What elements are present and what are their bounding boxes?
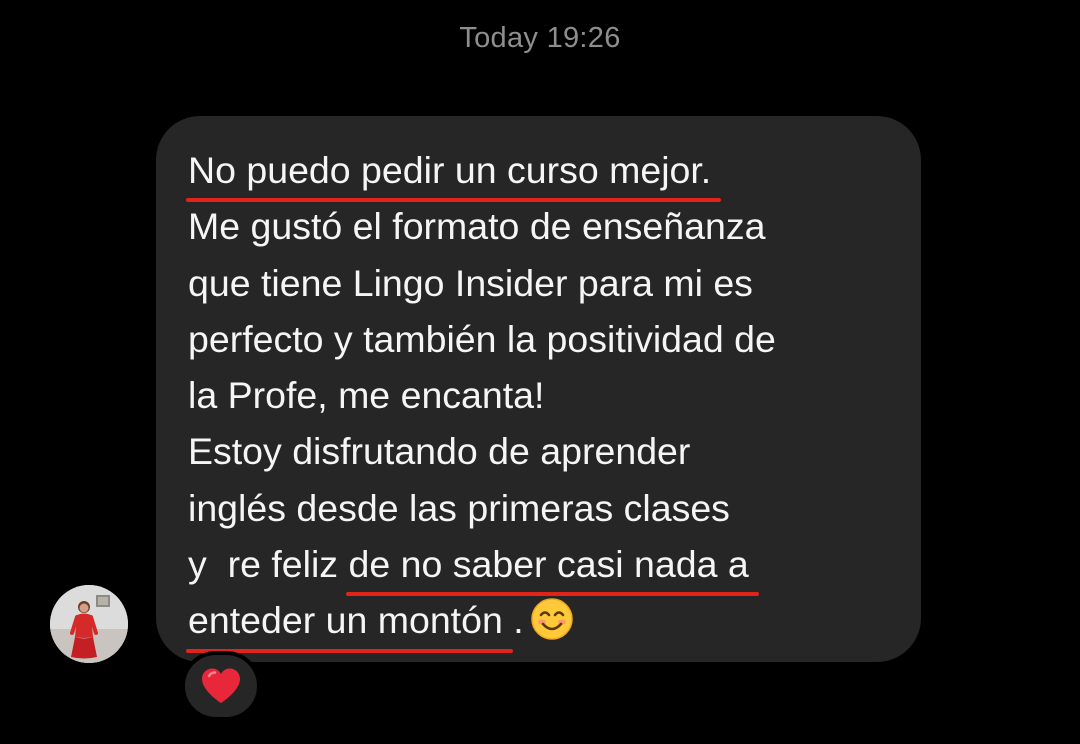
message-line-5: la Profe, me encanta!: [188, 374, 545, 417]
underlined-phrase: No puedo pedir un curso mejor.: [185, 142, 722, 203]
message-line-4: perfecto y también la positividad de: [188, 317, 776, 360]
red-heart-icon: [202, 668, 240, 703]
message-line-3: que tiene Lingo Insider para mi es: [188, 261, 753, 304]
message-line-8: y re feliz de no saber casi nada a: [188, 536, 901, 597]
underlined-phrase: de no saber casi nada a: [346, 536, 760, 597]
message-bubble[interactable]: No puedo pedir un curso mejor. Me gustó …: [156, 116, 921, 662]
heart-reaction[interactable]: [181, 651, 261, 721]
message-text: y re feliz: [188, 543, 349, 586]
message-line-9: enteder un montón .: [186, 592, 901, 653]
message-line-6: Estoy disfrutando de aprender: [188, 430, 691, 473]
sender-avatar[interactable]: [50, 585, 128, 663]
message-line-7: inglés desde las primeras clases: [188, 486, 730, 529]
profile-photo-icon: [50, 585, 128, 663]
message-timestamp: Today 19:26: [459, 22, 621, 54]
message-line-1: No puedo pedir un curso mejor.: [185, 142, 901, 203]
message-text: .: [502, 599, 524, 642]
message-line-2: Me gustó el formato de enseñanza: [188, 205, 766, 248]
underlined-phrase: enteder un montón: [186, 592, 513, 653]
smiling-face-icon: [530, 598, 573, 641]
